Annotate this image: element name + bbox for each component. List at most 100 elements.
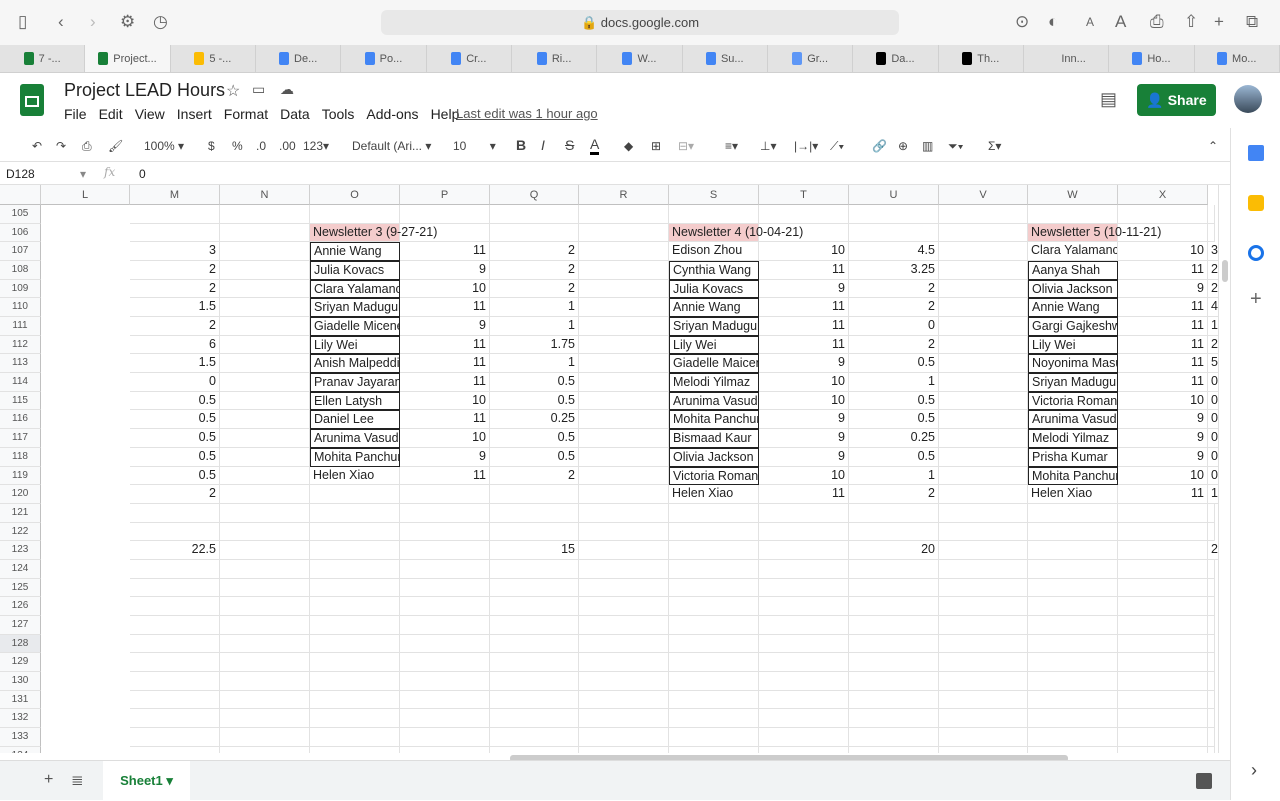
cell-l120[interactable]: 2 (130, 485, 220, 504)
text-larger-icon[interactable]: A (1115, 12, 1126, 32)
empty-cell[interactable] (669, 653, 759, 672)
cell-x115[interactable]: 0.5 (1208, 392, 1218, 411)
column-header-x[interactable]: X (1118, 185, 1208, 205)
empty-cell[interactable] (849, 597, 939, 616)
empty-cell[interactable] (220, 261, 310, 280)
cell-w107[interactable]: 10 (1118, 242, 1208, 262)
more-formats-button[interactable]: 123▾ (303, 139, 329, 153)
cell-l118[interactable]: 0.5 (130, 447, 220, 467)
cell-l117[interactable]: 0.5 (130, 429, 220, 448)
empty-cell[interactable] (220, 709, 310, 729)
explore-icon[interactable] (1196, 773, 1212, 789)
row-header-133[interactable]: 133 (0, 728, 41, 747)
empty-cell[interactable] (1028, 578, 1118, 598)
cell-x120[interactable]: 1.5 (1208, 485, 1218, 504)
italic-icon[interactable]: I (541, 137, 545, 153)
row-header-120[interactable]: 120 (0, 485, 41, 504)
cell-o109[interactable]: 10 (400, 279, 490, 299)
cell-w114[interactable]: 11 (1118, 373, 1208, 392)
empty-cell[interactable] (759, 728, 849, 747)
menu-file[interactable]: File (64, 106, 87, 122)
empty-cell[interactable] (490, 205, 579, 224)
empty-cell[interactable] (579, 578, 669, 598)
empty-cell[interactable] (759, 205, 849, 224)
cell-l112[interactable]: 6 (130, 335, 220, 355)
empty-cell[interactable] (310, 522, 400, 542)
empty-cell[interactable] (669, 709, 759, 729)
cell-x113[interactable]: 5 (1208, 354, 1218, 374)
empty-cell[interactable] (220, 503, 310, 523)
empty-cell[interactable] (1208, 503, 1215, 523)
cell-l111[interactable]: 2 (130, 317, 220, 336)
empty-cell[interactable] (1118, 578, 1208, 598)
empty-cell[interactable] (1208, 634, 1215, 654)
empty-cell[interactable] (310, 559, 400, 579)
cell-o116[interactable]: 11 (400, 410, 490, 430)
cell-r119[interactable]: Victoria Romanys (669, 466, 759, 486)
cell-n108[interactable]: Julia Kovacs (310, 261, 400, 280)
empty-cell[interactable] (939, 391, 1028, 411)
empty-cell[interactable] (939, 335, 1028, 355)
cell-l123[interactable]: 22.5 (130, 541, 220, 560)
gear-icon[interactable]: ⚙ (120, 12, 135, 32)
empty-cell[interactable] (939, 466, 1028, 486)
empty-cell[interactable] (220, 447, 310, 467)
empty-cell[interactable] (939, 354, 1028, 374)
cell-t119[interactable]: 1 (849, 466, 939, 486)
shield-icon[interactable]: ◐ (1048, 12, 1058, 32)
cell-r114[interactable]: Melodi Yilmaz (669, 373, 759, 392)
merge-cells-icon[interactable]: ⊟▾ (678, 139, 694, 153)
empty-cell[interactable] (579, 690, 669, 710)
empty-cell[interactable] (310, 485, 400, 504)
empty-cell[interactable] (669, 522, 759, 542)
empty-cell[interactable] (400, 634, 490, 654)
empty-cell[interactable] (939, 205, 1028, 224)
empty-cell[interactable] (669, 634, 759, 654)
empty-cell[interactable] (220, 728, 310, 747)
empty-cell[interactable] (849, 728, 939, 747)
cell-t113[interactable]: 0.5 (849, 354, 939, 374)
empty-cell[interactable] (490, 672, 579, 691)
empty-cell[interactable] (939, 690, 1028, 710)
empty-cell[interactable] (939, 578, 1028, 598)
column-header-p[interactable]: P (400, 185, 490, 205)
empty-cell[interactable] (849, 615, 939, 635)
cell-o119[interactable]: 11 (400, 466, 490, 486)
last-edit-link[interactable]: Last edit was 1 hour ago (456, 106, 598, 121)
empty-cell[interactable] (669, 746, 759, 753)
empty-cell[interactable] (400, 541, 490, 560)
empty-cell[interactable] (220, 653, 310, 672)
column-header-v[interactable]: V (939, 185, 1028, 205)
browser-tab[interactable]: Th... (939, 45, 1024, 72)
cell-n109[interactable]: Clara Yalamanch (310, 279, 400, 299)
move-folder-icon[interactable]: ▭ (252, 81, 265, 98)
row-header-131[interactable]: 131 (0, 690, 41, 710)
cell-s118[interactable]: 9 (759, 447, 849, 467)
cell-n112[interactable]: Lily Wei (310, 335, 400, 355)
cell-v113[interactable]: Noyonima Masuc (1028, 354, 1118, 374)
link-icon[interactable]: 🔗 (872, 139, 887, 153)
empty-cell[interactable] (1028, 709, 1118, 729)
cell-w110[interactable]: 11 (1118, 298, 1208, 318)
column-header-r[interactable]: R (579, 185, 669, 205)
empty-cell[interactable] (130, 223, 220, 243)
empty-cell[interactable] (220, 522, 310, 542)
row-header-115[interactable]: 115 (0, 391, 41, 411)
empty-cell[interactable] (579, 335, 669, 355)
cell-v118[interactable]: Prisha Kumar (1028, 447, 1118, 467)
empty-cell[interactable] (1208, 746, 1215, 753)
cell-w111[interactable]: 11 (1118, 317, 1208, 336)
valign-icon[interactable]: ⊥▾ (760, 139, 776, 153)
empty-cell[interactable] (1118, 541, 1208, 560)
empty-cell[interactable] (220, 429, 310, 448)
cell-w117[interactable]: 9 (1118, 429, 1208, 448)
sheet-tab[interactable]: Sheet1 ▾ (103, 761, 190, 801)
cell-p115[interactable]: 0.5 (490, 391, 579, 411)
cell-x111[interactable]: 1 (1208, 317, 1218, 336)
empty-cell[interactable] (759, 597, 849, 616)
cell-p123[interactable]: 15 (490, 541, 579, 560)
expand-panel-icon[interactable]: › (1251, 760, 1257, 781)
browser-tab[interactable]: Inn... (1024, 45, 1110, 72)
empty-cell[interactable] (220, 205, 310, 224)
empty-cell[interactable] (220, 615, 310, 635)
